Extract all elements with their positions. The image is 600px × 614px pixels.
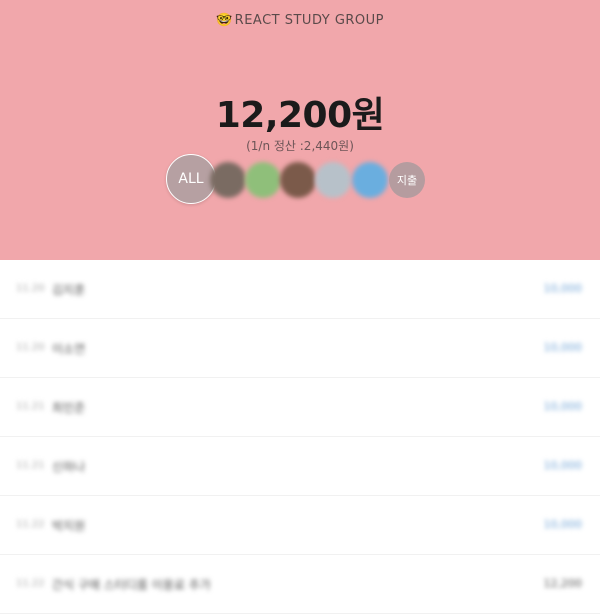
list-item[interactable]: 11.20 김지훈 10,000: [0, 260, 600, 319]
member-avatar[interactable]: [210, 162, 246, 198]
expense-button[interactable]: 지출: [389, 162, 425, 198]
item-amount: 10,000: [543, 459, 583, 472]
member-selector: ALL 지출: [166, 154, 436, 204]
item-date: 11.20: [16, 283, 45, 294]
list-item[interactable]: 11.21 최민준 10,000: [0, 378, 600, 437]
item-name: 김지훈: [52, 283, 86, 297]
item-amount: 10,000: [543, 341, 583, 354]
item-name: 간식 구매 스터디룸 이용료 추가: [52, 578, 211, 592]
item-amount: 10,000: [543, 282, 583, 295]
app-title-text: REACT STUDY GROUP: [234, 13, 385, 28]
item-name: 박지원: [52, 519, 86, 533]
item-amount: 12,200: [543, 577, 583, 590]
list-item[interactable]: 11.22 간식 구매 스터디룸 이용료 추가 12,200: [0, 555, 600, 614]
item-name: 최민준: [52, 401, 86, 415]
split-info: (1/n 정산 :2,440원): [246, 139, 354, 153]
summary-header: 🤓 REACT STUDY GROUP 12,200원 (1/n 정산 :2,44…: [0, 0, 600, 260]
item-date: 11.20: [16, 342, 45, 353]
item-date: 11.22: [16, 519, 45, 530]
item-date: 11.21: [16, 460, 45, 471]
item-amount: 10,000: [543, 400, 583, 413]
app-title: 🤓 REACT STUDY GROUP: [0, 13, 600, 28]
all-members-button[interactable]: ALL: [166, 154, 216, 204]
member-avatar[interactable]: [280, 162, 316, 198]
nerd-face-icon: 🤓: [215, 13, 233, 28]
list-item[interactable]: 11.22 박지원 10,000: [0, 496, 600, 555]
list-item[interactable]: 11.20 이소연 10,000: [0, 319, 600, 378]
expense-list: 11.20 김지훈 10,000 11.20 이소연 10,000 11.21 …: [0, 260, 600, 614]
list-item[interactable]: 11.21 신하나 10,000: [0, 437, 600, 496]
item-date: 11.22: [16, 578, 45, 589]
total-amount: 12,200원: [215, 95, 385, 136]
item-date: 11.21: [16, 401, 45, 412]
item-name: 이소연: [52, 342, 86, 356]
item-name: 신하나: [52, 460, 86, 474]
item-amount: 10,000: [543, 518, 583, 531]
member-avatar[interactable]: [315, 162, 351, 198]
member-avatar[interactable]: [245, 162, 281, 198]
member-avatar[interactable]: [352, 162, 388, 198]
